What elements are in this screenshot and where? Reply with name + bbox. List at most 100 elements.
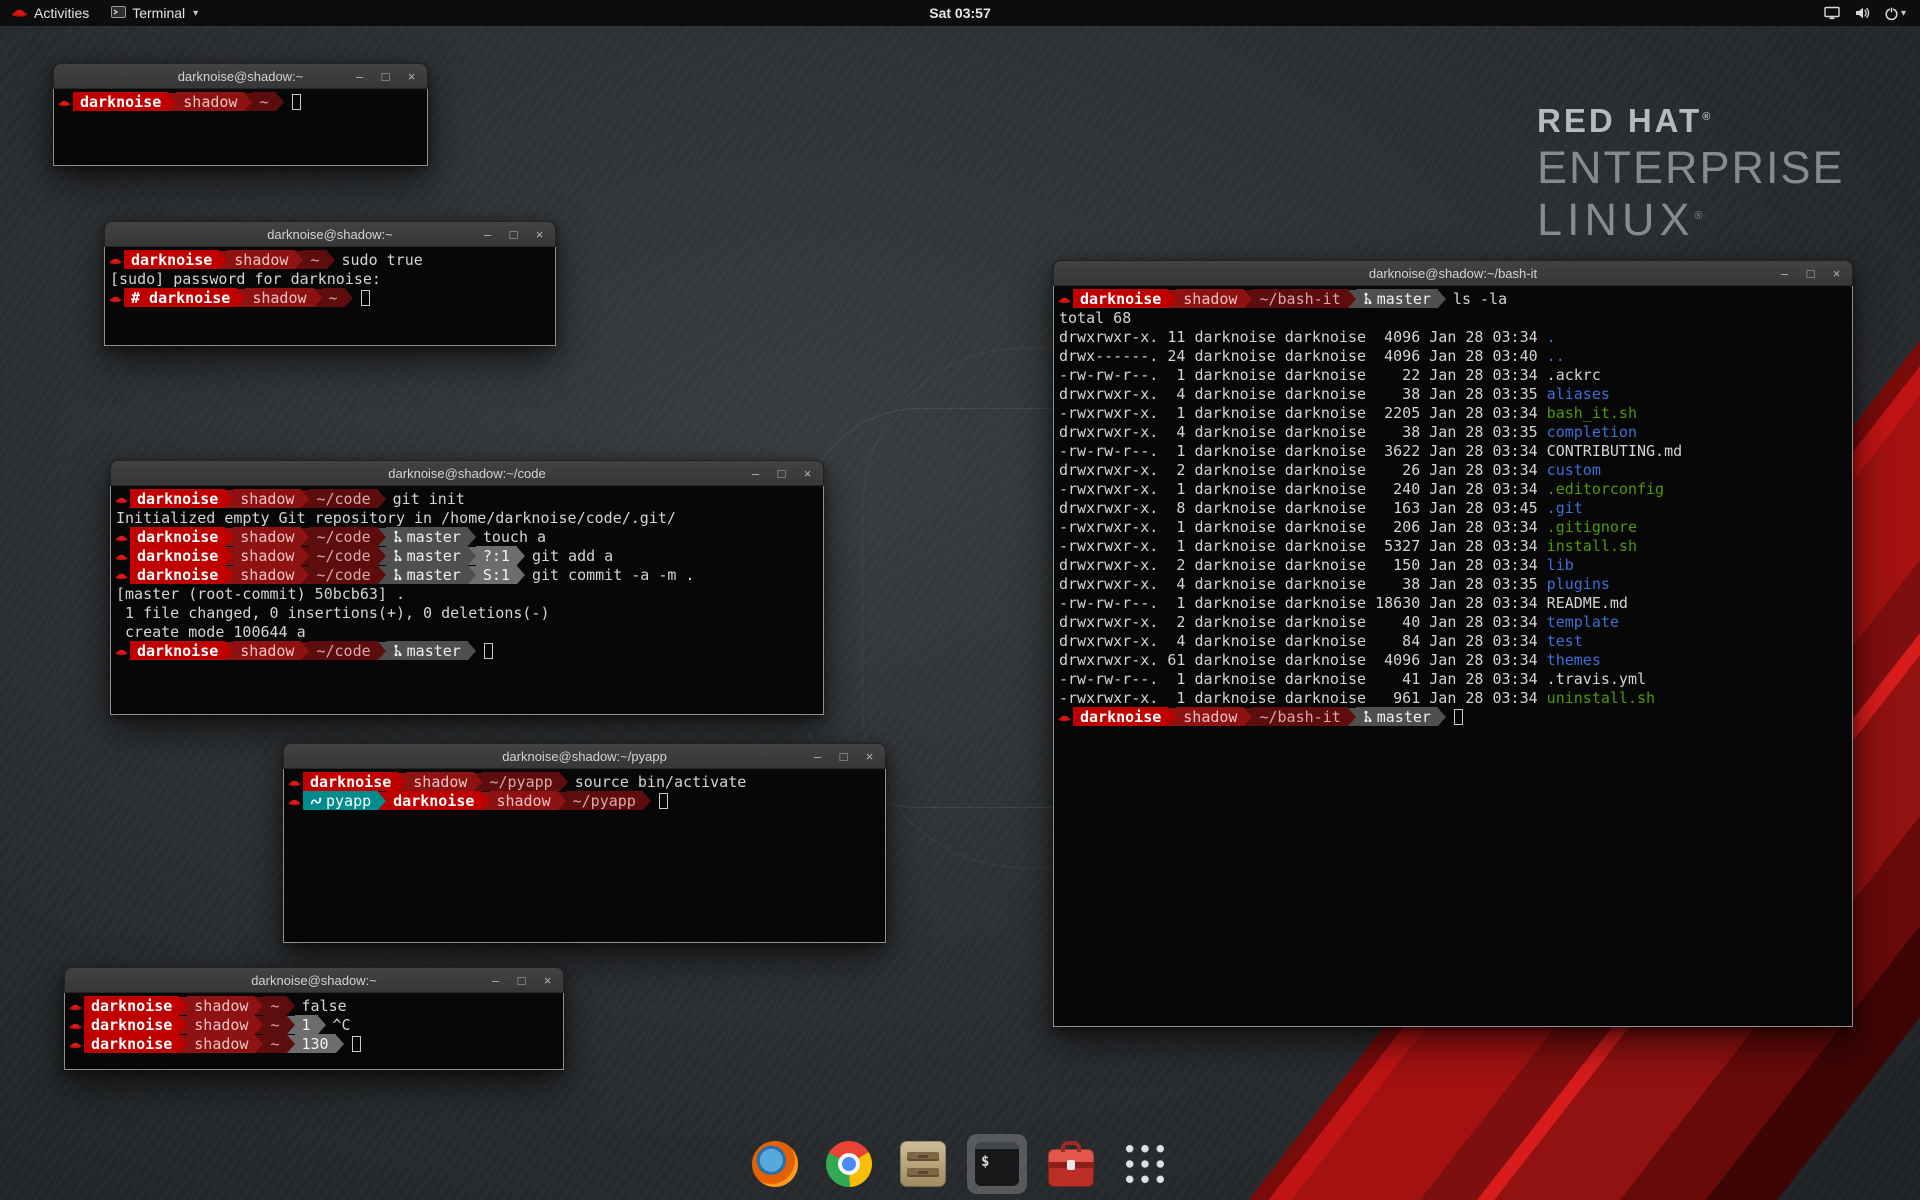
registered-mark: ® bbox=[1695, 210, 1708, 222]
terminal-content[interactable]: darknoiseshadow~sudo true[sudo] password… bbox=[104, 247, 556, 346]
close-button[interactable]: × bbox=[533, 228, 546, 241]
chevron-down-icon: ▾ bbox=[193, 8, 198, 19]
prompt-segment-user: darknoise bbox=[130, 546, 225, 565]
maximize-button[interactable]: □ bbox=[379, 70, 392, 83]
powerline-separator bbox=[378, 642, 386, 660]
dock-software[interactable] bbox=[1041, 1134, 1101, 1194]
files-icon bbox=[900, 1141, 946, 1187]
powerline-separator bbox=[468, 528, 476, 546]
terminal-cursor bbox=[361, 290, 370, 306]
minimize-button[interactable]: – bbox=[481, 228, 494, 241]
terminal-line: -rwxrwxr-x. 1 darknoise darknoise 961 Ja… bbox=[1056, 688, 1850, 707]
close-button[interactable]: × bbox=[1830, 267, 1843, 280]
desktop: RED HAT® ENTERPRISE LINUX® Activities Te… bbox=[0, 0, 1920, 1200]
software-toolbox-icon bbox=[1048, 1149, 1094, 1187]
terminal-line: -rwxrwxr-x. 1 darknoise darknoise 2205 J… bbox=[1056, 403, 1850, 422]
prompt-segment-host: shadow bbox=[233, 489, 301, 508]
minimize-button[interactable]: – bbox=[489, 974, 502, 987]
terminal-line: pyappdarknoiseshadow~/pyapp bbox=[286, 791, 883, 810]
window-titlebar[interactable]: darknoise@shadow:~ – □ × bbox=[104, 221, 556, 247]
maximize-button[interactable]: □ bbox=[775, 467, 788, 480]
redhat-prompt-icon bbox=[113, 532, 130, 542]
close-button[interactable]: × bbox=[863, 750, 876, 763]
prompt-segment-user: darknoise bbox=[303, 772, 398, 791]
prompt-segment-host: shadow bbox=[227, 250, 295, 269]
minimize-button[interactable]: – bbox=[749, 467, 762, 480]
terminal-line: [sudo] password for darknoise: bbox=[107, 269, 553, 288]
redhat-prompt-icon bbox=[113, 646, 130, 656]
maximize-button[interactable]: □ bbox=[1804, 267, 1817, 280]
powerline-separator bbox=[345, 289, 353, 307]
git-branch-icon bbox=[393, 549, 403, 562]
prompt-segment-user: darknoise bbox=[386, 791, 481, 810]
prompt-segment-host: shadow bbox=[187, 1034, 255, 1053]
brand-line-redhat: RED HAT® bbox=[1537, 102, 1845, 140]
git-branch-icon bbox=[393, 530, 403, 543]
prompt-segment-user: darknoise bbox=[130, 565, 225, 584]
dock-terminal[interactable]: $ bbox=[967, 1134, 1027, 1194]
window-titlebar[interactable]: darknoise@shadow:~ – □ × bbox=[64, 967, 564, 993]
prompt-segment-git: master bbox=[386, 641, 468, 660]
file-name: uninstall.sh bbox=[1547, 689, 1655, 707]
powerline-separator bbox=[219, 251, 227, 269]
prompt-segment-host: shadow bbox=[233, 565, 301, 584]
app-menu-label: Terminal bbox=[132, 5, 185, 21]
close-button[interactable]: × bbox=[541, 974, 554, 987]
terminal-line: darknoiseshadow~ bbox=[56, 92, 425, 111]
app-menu-terminal[interactable]: Terminal ▾ bbox=[100, 0, 209, 26]
terminal-content[interactable]: darknoiseshadow~ bbox=[53, 89, 428, 166]
dock-chrome[interactable] bbox=[819, 1134, 879, 1194]
dock-firefox[interactable] bbox=[745, 1134, 805, 1194]
maximize-button[interactable]: □ bbox=[507, 228, 520, 241]
output-text: drwxrwxr-x. 4 darknoise darknoise 84 Jan… bbox=[1056, 632, 1547, 650]
powerline-separator bbox=[225, 566, 233, 584]
power-icon[interactable]: ▾ bbox=[1884, 6, 1906, 21]
terminal-content[interactable]: darknoiseshadow~/codegit initInitialized… bbox=[110, 486, 824, 715]
clock[interactable]: Sat 03:57 bbox=[929, 5, 990, 21]
redhat-prompt-icon bbox=[107, 255, 124, 265]
minimize-button[interactable]: – bbox=[1778, 267, 1791, 280]
terminal-cursor bbox=[659, 793, 668, 809]
terminal-content[interactable]: darknoiseshadow~/bash-itmasterls -latota… bbox=[1053, 286, 1853, 1027]
file-name: .editorconfig bbox=[1547, 480, 1664, 498]
terminal-line: -rwxrwxr-x. 1 darknoise darknoise 240 Ja… bbox=[1056, 479, 1850, 498]
window-titlebar[interactable]: darknoise@shadow:~/code – □ × bbox=[110, 460, 824, 486]
output-text: drwxrwxr-x. 4 darknoise darknoise 38 Jan… bbox=[1056, 423, 1547, 441]
command-text: source bin/activate bbox=[575, 773, 747, 791]
close-button[interactable]: × bbox=[801, 467, 814, 480]
window-titlebar[interactable]: darknoise@shadow:~ – □ × bbox=[53, 63, 428, 89]
output-text: -rw-rw-r--. 1 darknoise darknoise 22 Jan… bbox=[1056, 366, 1547, 384]
maximize-button[interactable]: □ bbox=[837, 750, 850, 763]
powerline-separator bbox=[301, 490, 309, 508]
prompt-segment-host: shadow bbox=[489, 791, 557, 810]
activities-button[interactable]: Activities bbox=[0, 0, 100, 26]
display-icon[interactable] bbox=[1824, 6, 1840, 20]
powerline-separator bbox=[327, 251, 335, 269]
output-text: -rwxrwxr-x. 1 darknoise darknoise 240 Ja… bbox=[1056, 480, 1547, 498]
command-text: ls -la bbox=[1453, 290, 1507, 308]
powerline-separator bbox=[318, 1016, 326, 1034]
terminal-content[interactable]: darknoiseshadow~/pyappsource bin/activat… bbox=[283, 769, 886, 943]
powerline-separator bbox=[287, 1035, 295, 1053]
powerline-separator bbox=[468, 566, 476, 584]
dock-appgrid[interactable] bbox=[1115, 1134, 1175, 1194]
powerline-separator bbox=[1244, 290, 1252, 308]
command-text: git commit -a -m . bbox=[532, 566, 695, 584]
maximize-button[interactable]: □ bbox=[515, 974, 528, 987]
minimize-button[interactable]: – bbox=[811, 750, 824, 763]
minimize-button[interactable]: – bbox=[353, 70, 366, 83]
prompt-segment-path: ~ bbox=[322, 288, 345, 307]
close-button[interactable]: × bbox=[405, 70, 418, 83]
powerline-separator bbox=[225, 642, 233, 660]
dock-files[interactable] bbox=[893, 1134, 953, 1194]
app-grid-icon bbox=[1122, 1141, 1168, 1187]
terminal-line: drwx------. 24 darknoise darknoise 4096 … bbox=[1056, 346, 1850, 365]
volume-icon[interactable] bbox=[1854, 6, 1870, 20]
window-titlebar[interactable]: darknoise@shadow:~/pyapp – □ × bbox=[283, 743, 886, 769]
output-text: 1 file changed, 0 insertions(+), 0 delet… bbox=[113, 604, 549, 622]
terminal-content[interactable]: darknoiseshadow~falsedarknoiseshadow~1^C… bbox=[64, 993, 564, 1070]
powerline-separator bbox=[1168, 290, 1176, 308]
window-titlebar[interactable]: darknoise@shadow:~/bash-it – □ × bbox=[1053, 260, 1853, 286]
powerline-separator bbox=[255, 1035, 263, 1053]
window-title: darknoise@shadow:~/bash-it bbox=[1369, 266, 1537, 281]
